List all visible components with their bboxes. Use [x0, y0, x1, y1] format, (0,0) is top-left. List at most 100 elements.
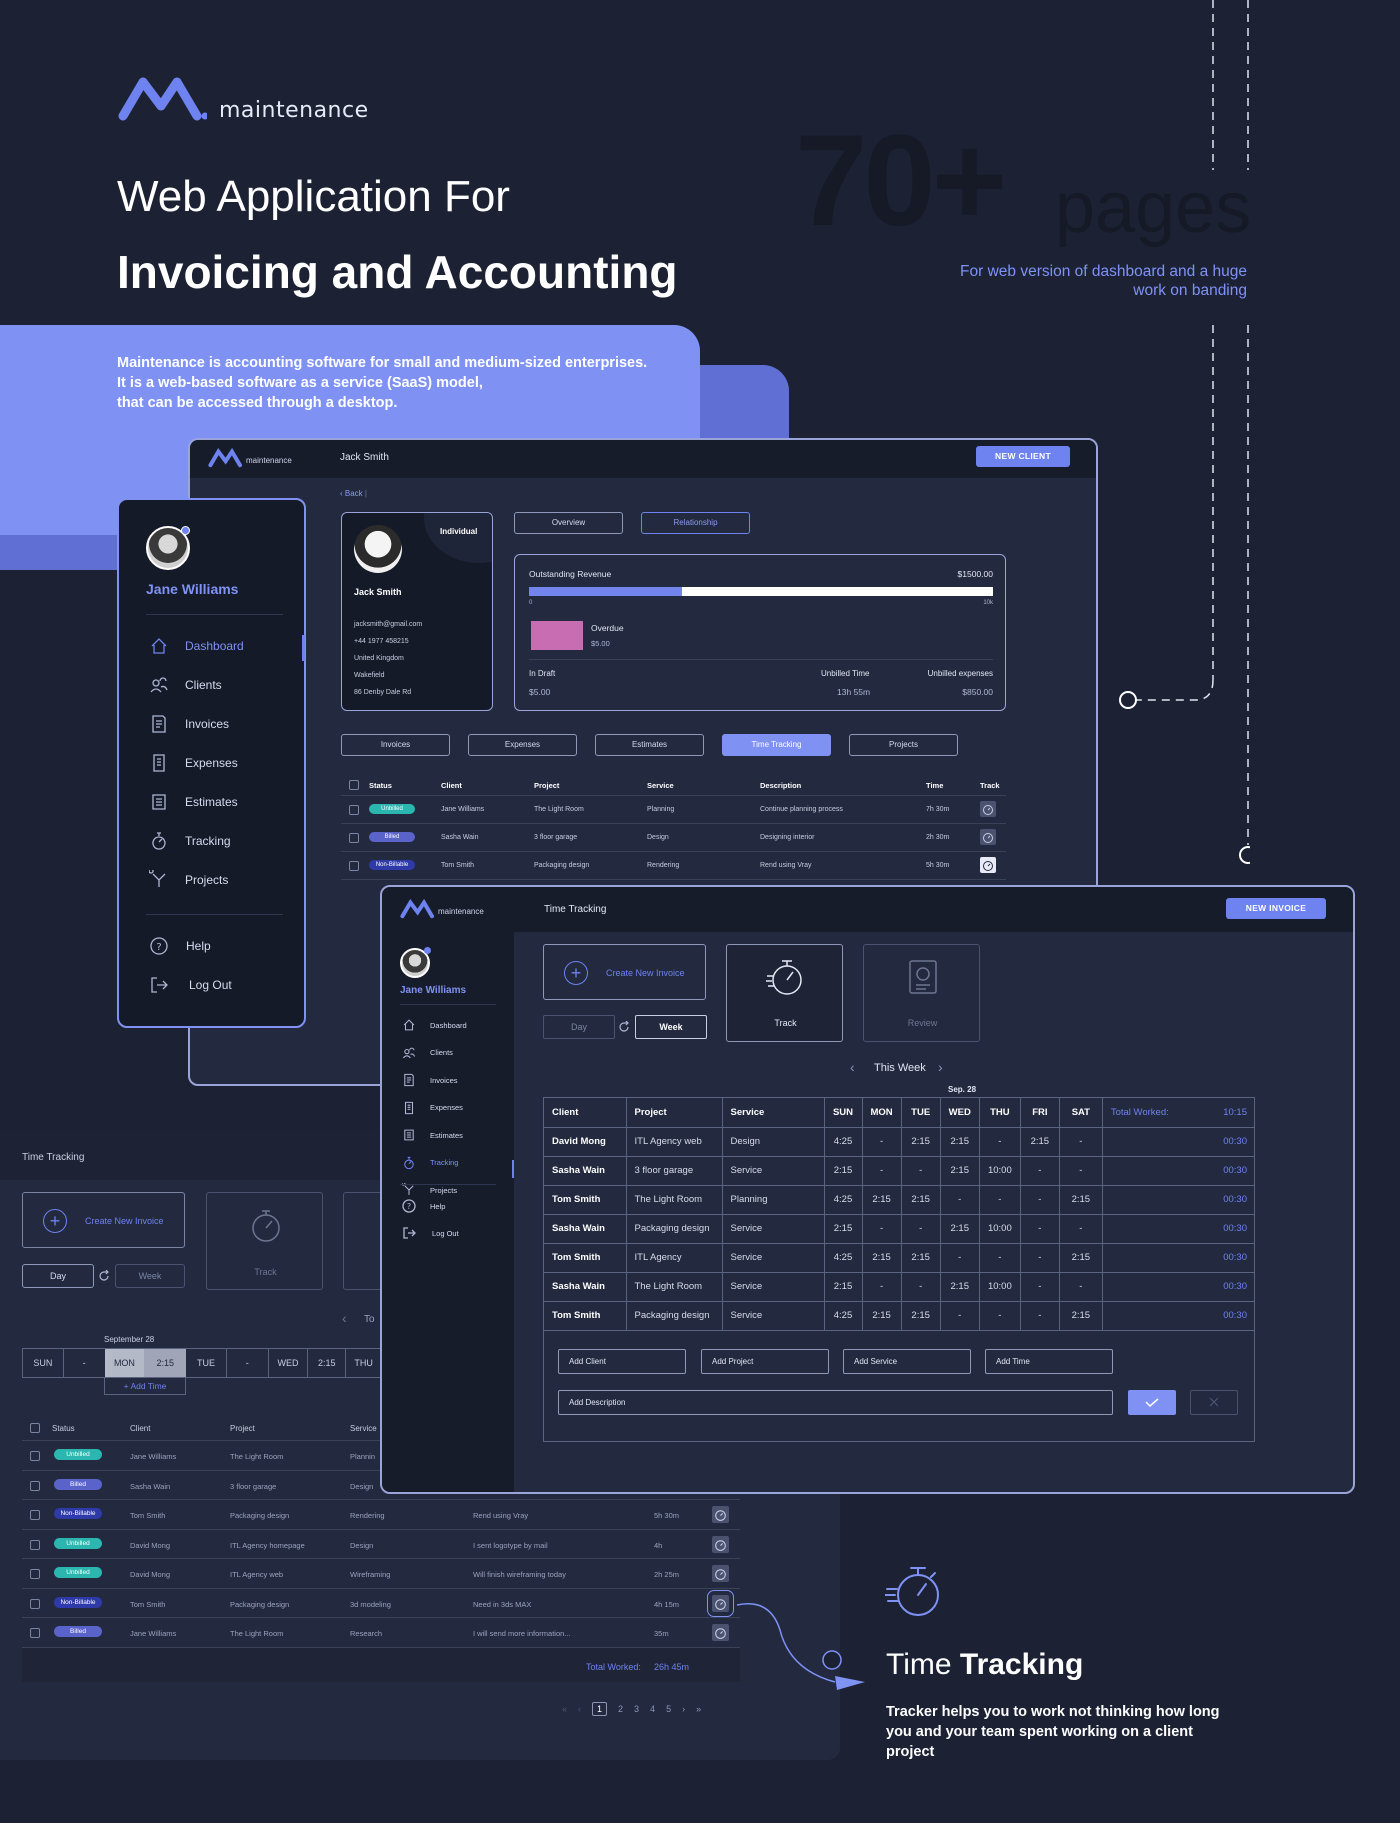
add-client-field[interactable]: Add Client [558, 1349, 686, 1374]
track-button[interactable] [980, 857, 996, 873]
cell-day[interactable]: - [1020, 1156, 1060, 1186]
row-checkbox[interactable] [30, 1628, 40, 1638]
track-button[interactable] [712, 1565, 729, 1582]
confirm-button[interactable] [1128, 1390, 1176, 1415]
cell-day[interactable]: - [1059, 1214, 1103, 1244]
cell-day[interactable]: 2:15 [1059, 1301, 1103, 1331]
cell-day[interactable]: 2:15 [1020, 1127, 1060, 1157]
tab-overview[interactable]: Overview [514, 512, 623, 534]
sidebar-item-projects[interactable]: Projects [149, 870, 228, 890]
track-button[interactable] [712, 1535, 729, 1553]
table-row[interactable]: Non-Billable Tom Smith Packaging design Ren… [22, 1500, 740, 1530]
add-time-field[interactable]: Add Time [985, 1349, 1113, 1374]
cell-day[interactable]: 10:00 [979, 1272, 1021, 1302]
cell-day[interactable]: - [1020, 1243, 1060, 1273]
page-1[interactable]: 1 [592, 1702, 608, 1716]
page-2[interactable]: 2 [618, 1704, 623, 1714]
sidebar-item-clients[interactable]: Clients [149, 675, 222, 695]
tab-time-tracking[interactable]: Time Tracking [722, 734, 831, 756]
day-cell[interactable]: THU [345, 1349, 381, 1377]
timesheet-row[interactable]: Tom Smith ITL Agency Service 4:25 2:15 2:15- -… [544, 1243, 1255, 1273]
row-checkbox[interactable] [30, 1569, 40, 1579]
cell-day[interactable]: - [1020, 1185, 1060, 1215]
row-checkbox[interactable] [30, 1480, 40, 1491]
sidebar-item-logout[interactable]: Log Out [402, 1226, 459, 1240]
first-page-icon[interactable]: « [562, 1704, 567, 1714]
timesheet-row[interactable]: Tom Smith The Light Room Planning 4:25 2:15 2… [544, 1185, 1255, 1215]
day-cell-selected[interactable]: MON [104, 1349, 145, 1377]
cell-day[interactable]: - [940, 1185, 980, 1215]
cell-day[interactable]: - [901, 1272, 941, 1302]
select-all-checkbox[interactable] [349, 780, 359, 790]
row-checkbox[interactable] [30, 1451, 40, 1461]
track-button[interactable] [712, 1506, 729, 1523]
review-card[interactable]: Review [863, 944, 980, 1042]
cell-day[interactable]: 2:15 [901, 1185, 941, 1215]
table-row[interactable]: Unbilled David Mong ITL Agency homepage Des… [22, 1530, 740, 1559]
new-invoice-button[interactable]: NEW INVOICE [1226, 898, 1326, 919]
add-time-button[interactable]: + Add Time [104, 1377, 186, 1395]
cell-day[interactable]: 10:00 [979, 1214, 1021, 1244]
cell-day[interactable]: 2:15 [1059, 1243, 1103, 1273]
cancel-button[interactable] [1190, 1390, 1238, 1415]
cell-day[interactable]: 4:25 [824, 1301, 863, 1331]
cell-day[interactable]: - [940, 1301, 980, 1331]
cell-day[interactable]: 2:15 [824, 1156, 863, 1186]
cell-day[interactable]: 2:15 [901, 1243, 941, 1273]
track-button[interactable] [980, 801, 996, 817]
table-row[interactable]: Unbilled Jane Williams The Light Room Plann… [341, 796, 1006, 824]
page-3[interactable]: 3 [634, 1704, 639, 1714]
cell-day[interactable]: 2:15 [862, 1243, 902, 1273]
cell-day[interactable]: - [862, 1127, 902, 1157]
sidebar-item-invoices[interactable]: Invoices [402, 1073, 458, 1087]
sidebar-item-invoices[interactable]: Invoices [149, 714, 229, 734]
cell-day[interactable]: - [979, 1243, 1021, 1273]
sidebar-item-estimates[interactable]: Estimates [149, 792, 238, 812]
cell-day[interactable]: - [862, 1214, 902, 1244]
table-row[interactable]: Unbilled David Mong ITL Agency web Wirefram… [22, 1559, 740, 1589]
day-cell[interactable]: SUN [23, 1349, 63, 1377]
prev-page-icon[interactable]: ‹ [578, 1704, 581, 1714]
tab-estimates[interactable]: Estimates [595, 734, 704, 756]
refresh-icon[interactable] [98, 1270, 110, 1282]
table-row[interactable]: Billed Sasha Wain 3 floor garage Design Desi… [341, 824, 1006, 852]
cell-day[interactable]: 4:25 [824, 1185, 863, 1215]
cell-day[interactable]: 2:15 [940, 1214, 980, 1244]
track-card[interactable]: Track [726, 944, 843, 1042]
day-cell[interactable]: TUE [186, 1349, 226, 1377]
cell-day[interactable]: 2:15 [862, 1301, 902, 1331]
cell-day[interactable]: 2:15 [940, 1272, 980, 1302]
day-cell[interactable]: WED [267, 1349, 308, 1377]
cell-day[interactable]: - [1059, 1272, 1103, 1302]
sidebar-item-tracking[interactable]: Tracking [149, 831, 231, 851]
row-checkbox[interactable] [30, 1598, 40, 1609]
timesheet-row[interactable]: Sasha Wain Packaging design Service 2:15- -2… [544, 1214, 1255, 1244]
next-page-icon[interactable]: › [682, 1704, 685, 1714]
table-row[interactable]: Non-Billable Tom Smith Packaging design 3d … [22, 1589, 740, 1618]
cell-day[interactable]: - [862, 1272, 902, 1302]
new-client-button[interactable]: NEW CLIENT [976, 446, 1070, 467]
timesheet-row[interactable]: Sasha Wain 3 floor garage Service 2:15- -2:1… [544, 1156, 1255, 1186]
cell-day[interactable]: - [1020, 1301, 1060, 1331]
sidebar-item-expenses[interactable]: Expenses [402, 1101, 463, 1115]
tab-projects[interactable]: Projects [849, 734, 958, 756]
track-button[interactable] [980, 829, 996, 845]
add-project-field[interactable]: Add Project [701, 1349, 829, 1374]
sidebar-item-clients[interactable]: Clients [402, 1046, 453, 1060]
table-row[interactable]: Billed Jane Williams The Light Room Researc… [22, 1618, 740, 1648]
row-checkbox[interactable] [30, 1539, 40, 1550]
track-button[interactable] [707, 1589, 734, 1617]
page-4[interactable]: 4 [650, 1704, 655, 1714]
week-toggle[interactable]: Week [115, 1264, 185, 1288]
sidebar-item-logout[interactable]: Log Out [149, 975, 232, 995]
chevron-left-icon[interactable]: ‹ [342, 1310, 347, 1326]
cell-day[interactable]: 2:15 [901, 1301, 941, 1331]
cell-day[interactable]: - [979, 1127, 1021, 1157]
cell-day[interactable]: 2:15 [862, 1185, 902, 1215]
add-description-field[interactable]: Add Description [558, 1390, 1113, 1415]
back-link[interactable]: ‹ Back | [340, 489, 367, 498]
cell-day[interactable]: - [979, 1301, 1021, 1331]
cell-day[interactable]: - [901, 1214, 941, 1244]
timesheet-row[interactable]: Sasha Wain The Light Room Service 2:15- -2:1… [544, 1272, 1255, 1302]
cell-day[interactable]: 2:15 [901, 1127, 941, 1157]
